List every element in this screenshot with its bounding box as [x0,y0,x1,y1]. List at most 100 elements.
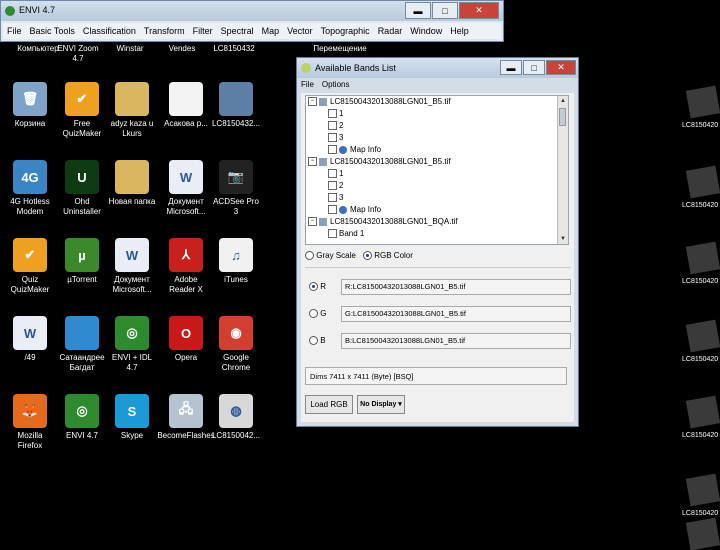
tree-row[interactable]: 1 [306,108,568,120]
envi-app-icon [5,6,15,16]
tree-branch-icon [328,181,337,191]
raster-file-icon [319,157,327,166]
channel-b-key: B [320,336,326,345]
raster-thumbnail-icon[interactable] [685,395,720,429]
bands-maximize-button[interactable]: □ [523,60,545,75]
envi-title-bar[interactable]: ENVI 4.7 ▬ □ ✕ [1,1,503,21]
menu-spectral[interactable]: Spectral [217,26,258,36]
scroll-up-icon[interactable]: ▲ [558,96,568,106]
rgb-color-radio[interactable] [363,251,372,261]
channel-b-radio[interactable] [309,336,318,346]
bands-menu-file[interactable]: File [301,80,314,92]
channel-g-field[interactable]: G:LC81500432013088LGN01_B5.tif [341,306,571,322]
raster-file-icon [319,97,327,106]
bands-window-icon [301,63,311,73]
available-bands-window: Available Bands List ▬ □ ✕ File Options … [296,57,579,427]
mode-gray-option[interactable]: Gray Scale [305,251,356,261]
menu-filter[interactable]: Filter [189,26,217,36]
desktop-icon[interactable]: ♫ iTunes [200,238,272,285]
opera-icon: O [169,316,203,350]
desktop-icon[interactable]: ◍ LC8150042... [200,394,272,441]
bands-title-bar[interactable]: Available Bands List ▬ □ ✕ [297,58,578,78]
desktop-icon[interactable]: 📷 ACDSee Pro 3 [200,160,272,217]
collapse-toggle-icon[interactable]: − [308,97,317,107]
minimize-button[interactable]: ▬ [405,2,431,19]
raster-thumbnail-icon[interactable] [685,241,720,275]
channel-b-field[interactable]: B:LC81500432013088LGN01_B5.tif [341,333,571,349]
tree-row[interactable]: 3 [306,192,568,204]
tree-row-label: LC81500432013088LGN01_B5.tif [330,157,451,166]
raster-thumbnail-label: LC8150420 [682,356,719,363]
menu-file[interactable]: File [3,26,26,36]
raster-thumbnail-label: LC8150420 [682,278,719,285]
skype-icon: S [115,394,149,428]
tree-row[interactable]: Band 1 [306,228,568,240]
gray-scale-radio[interactable] [305,251,314,261]
bands-close-button[interactable]: ✕ [546,60,576,75]
tree-row[interactable]: Map Info [306,144,568,156]
menu-radar[interactable]: Radar [374,26,407,36]
collapse-toggle-icon[interactable]: − [308,157,317,167]
tree-row[interactable]: − LC81500432013088LGN01_BQA.tif [306,216,568,228]
load-rgb-button[interactable]: Load RGB [305,395,353,414]
rgb-color-label: RGB Color [374,251,413,260]
scroll-thumb[interactable] [559,108,566,126]
band-tree[interactable]: − LC81500432013088LGN01_B5.tif 1 2 3 Map Info… [305,95,569,245]
menu-vector[interactable]: Vector [283,26,317,36]
menu-basic-tools[interactable]: Basic Tools [26,26,79,36]
desktop-icon[interactable]: ◉ Google Chrome [200,316,272,373]
raster-thumbnail-label: LC8150420 [682,432,719,439]
image-file-icon [65,316,99,350]
tree-row[interactable]: 3 [306,132,568,144]
mode-rgb-option[interactable]: RGB Color [363,251,413,261]
tree-row[interactable]: 1 [306,168,568,180]
display-dropdown[interactable]: No Display ▾ [357,395,405,414]
maximize-button[interactable]: □ [432,2,458,19]
raster-thumbnail-icon[interactable] [685,85,720,119]
tree-row[interactable]: − LC81500432013088LGN01_B5.tif [306,96,568,108]
desktop-icon[interactable]: LC8150432... [200,82,272,129]
menu-classification[interactable]: Classification [79,26,140,36]
raster-thumbnail-icon[interactable] [685,473,720,507]
channel-b-radio-wrap[interactable]: B [309,336,326,346]
folder-icon [115,82,149,116]
desktop-icon-label: iTunes [224,275,248,284]
tree-row-label: LC81500432013088LGN01_B5.tif [330,97,451,106]
tree-row-label: 3 [339,133,344,142]
desktop-label-lc8[interactable]: LC8150432 [198,44,270,54]
raster-thumbnail-label: LC8150420 [682,510,719,517]
tree-row-label: 2 [339,121,344,130]
pdf-icon: ⅄ [169,238,203,272]
desktop-icon-label: LC8150432... [211,119,261,128]
tree-scrollbar[interactable]: ▲ ▼ [557,96,568,244]
menu-transform[interactable]: Transform [140,26,189,36]
document-icon [169,82,203,116]
desktop-icon-label: ACDSee Pro 3 [213,197,259,216]
menu-topographic[interactable]: Topographic [317,26,374,36]
tree-row[interactable]: Map Info [306,204,568,216]
menu-window[interactable]: Window [406,26,446,36]
raster-thumbnail-icon[interactable] [685,517,720,550]
channel-r-radio[interactable] [309,282,318,292]
tree-row[interactable]: − LC81500432013088LGN01_B5.tif [306,156,568,168]
channel-g-radio-wrap[interactable]: G [309,309,326,319]
raster-thumbnail-icon[interactable] [685,319,720,353]
channel-r-radio-wrap[interactable]: R [309,282,326,292]
desktop-label-move[interactable]: Перемещение [304,44,376,54]
bands-menu-options[interactable]: Options [322,80,350,92]
channel-g-radio[interactable] [309,309,318,319]
tree-row[interactable]: 2 [306,180,568,192]
tree-branch-icon [328,145,337,155]
chrome-icon: ◉ [219,316,253,350]
channel-r-field[interactable]: R:LC81500432013088LGN01_B5.tif [341,279,571,295]
collapse-toggle-icon[interactable]: − [308,217,317,227]
raster-thumbnail-icon[interactable] [685,165,720,199]
close-button[interactable]: ✕ [459,2,499,19]
modem-icon: 4G [13,160,47,194]
menu-map[interactable]: Map [258,26,284,36]
menu-help[interactable]: Help [446,26,473,36]
camera-icon: 📷 [219,160,253,194]
scroll-down-icon[interactable]: ▼ [558,234,568,244]
tree-row[interactable]: 2 [306,120,568,132]
bands-minimize-button[interactable]: ▬ [500,60,522,75]
